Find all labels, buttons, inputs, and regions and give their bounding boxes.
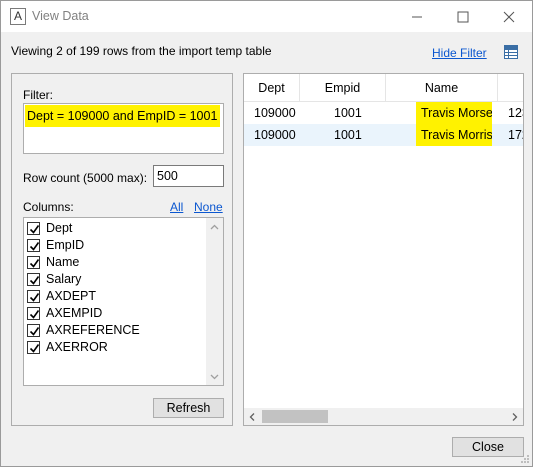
- select-all-link[interactable]: All: [170, 200, 183, 214]
- column-item-axdept[interactable]: AXDEPT: [27, 288, 207, 305]
- select-none-link[interactable]: None: [194, 200, 223, 214]
- column-item-axreference[interactable]: AXREFERENCE: [27, 322, 207, 339]
- cell-dept: 109000: [254, 106, 296, 120]
- column-item-dept[interactable]: Dept: [27, 220, 207, 237]
- cell-name: Travis Morse: [416, 102, 492, 124]
- column-item-label: AXEMPID: [46, 306, 103, 320]
- refresh-button[interactable]: Refresh: [153, 398, 224, 418]
- checkbox[interactable]: [27, 341, 40, 354]
- cell-empid: 1001: [334, 128, 362, 142]
- checkmark-icon: [29, 310, 40, 319]
- chevron-down-icon: [210, 374, 219, 380]
- checkmark-icon: [29, 327, 40, 336]
- checkmark-icon: [29, 225, 40, 234]
- cell-name: Travis Morris: [416, 124, 492, 146]
- filter-panel: Filter: Dept = 109000 and EmpID = 1001 R…: [11, 73, 233, 426]
- filter-text[interactable]: Dept = 109000 and EmpID = 1001: [25, 105, 220, 127]
- filter-label: Filter:: [23, 88, 53, 102]
- cell-dept: 109000: [254, 128, 296, 142]
- close-icon: [503, 11, 515, 23]
- checkmark-icon: [29, 242, 40, 251]
- minimize-button[interactable]: [394, 1, 440, 32]
- column-item-axerror[interactable]: AXERROR: [27, 339, 207, 356]
- grid-horizontal-scrollbar[interactable]: [244, 408, 523, 425]
- view-data-window: A View Data Viewing 2 of 199 rows from t…: [0, 0, 533, 467]
- checkbox[interactable]: [27, 324, 40, 337]
- column-header-empid[interactable]: Empid: [300, 74, 386, 102]
- rows-summary: Viewing 2 of 199 rows from the import te…: [11, 44, 272, 58]
- cell-salary: 172: [508, 128, 523, 142]
- cell-salary: 123: [508, 106, 523, 120]
- column-item-salary[interactable]: Salary: [27, 271, 207, 288]
- cell-empid: 1001: [334, 106, 362, 120]
- resize-grip-icon[interactable]: [520, 454, 530, 464]
- chevron-right-icon[interactable]: [512, 413, 518, 421]
- column-item-label: EmpID: [46, 238, 85, 252]
- scroll-thumb[interactable]: [262, 410, 328, 423]
- scroll-up-button[interactable]: [206, 218, 223, 235]
- chevron-left-icon[interactable]: [249, 413, 255, 421]
- checkmark-icon: [29, 276, 40, 285]
- table-row[interactable]: 109000 1001 Travis Morris 172: [244, 124, 523, 146]
- column-item-label: AXREFERENCE: [46, 323, 140, 337]
- column-item-label: Dept: [46, 221, 73, 235]
- data-grid: Dept Empid Name 109000 1001 Travis Morse…: [243, 73, 524, 426]
- checkmark-icon: [29, 259, 40, 268]
- checkmark-icon: [29, 344, 40, 353]
- checkbox[interactable]: [27, 290, 40, 303]
- column-item-label: AXERROR: [46, 340, 108, 354]
- column-header-dept[interactable]: Dept: [244, 74, 300, 102]
- columns-label: Columns:: [23, 200, 74, 214]
- scroll-down-button[interactable]: [206, 368, 223, 385]
- hide-filter-link[interactable]: Hide Filter: [432, 46, 487, 60]
- chevron-up-icon: [210, 224, 219, 230]
- grid-icon[interactable]: [504, 45, 518, 59]
- close-button[interactable]: Close: [452, 437, 524, 457]
- checkmark-icon: [29, 293, 40, 302]
- row-count-label: Row count (5000 max):: [23, 171, 148, 185]
- columns-list: Dept EmpID Name Salary AXDEPT AXEMPID AX…: [23, 217, 224, 386]
- maximize-button[interactable]: [440, 1, 486, 32]
- row-count-input[interactable]: 500: [153, 165, 224, 187]
- column-header-name[interactable]: Name: [386, 74, 498, 102]
- column-item-label: AXDEPT: [46, 289, 97, 303]
- window-title: View Data: [32, 9, 89, 23]
- checkbox[interactable]: [27, 222, 40, 235]
- checkbox[interactable]: [27, 256, 40, 269]
- column-item-axempid[interactable]: AXEMPID: [27, 305, 207, 322]
- close-window-button[interactable]: [486, 1, 532, 32]
- grid-header: Dept Empid Name: [244, 74, 523, 102]
- maximize-icon: [457, 11, 469, 23]
- filter-textarea[interactable]: Dept = 109000 and EmpID = 1001: [23, 103, 224, 154]
- checkbox[interactable]: [27, 307, 40, 320]
- columns-vertical-scrollbar[interactable]: [206, 218, 223, 385]
- checkbox[interactable]: [27, 239, 40, 252]
- column-item-label: Name: [46, 255, 80, 269]
- checkbox[interactable]: [27, 273, 40, 286]
- minimize-icon: [412, 16, 422, 18]
- column-item-empid[interactable]: EmpID: [27, 237, 207, 254]
- title-bar[interactable]: A View Data: [1, 1, 532, 32]
- table-row[interactable]: 109000 1001 Travis Morse 123: [244, 102, 523, 124]
- column-header-salary[interactable]: [498, 74, 523, 102]
- column-item-name[interactable]: Name: [27, 254, 207, 271]
- column-item-label: Salary: [46, 272, 82, 286]
- app-icon: A: [10, 8, 26, 25]
